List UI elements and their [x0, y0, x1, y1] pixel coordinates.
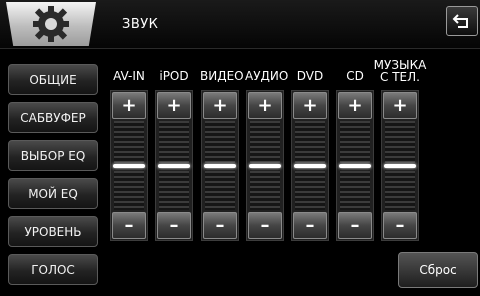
level-slider-phone-music: + – — [381, 90, 419, 241]
sidebar-item-voice[interactable]: ГОЛОС — [8, 254, 98, 285]
level-slider-video: + – — [201, 90, 239, 241]
level-slider-cd: + – — [336, 90, 374, 241]
level-knob[interactable] — [113, 163, 145, 168]
reset-button-label: Сброс — [419, 263, 457, 277]
sidebar-item-label: ВЫБОР EQ — [20, 148, 86, 163]
increase-button[interactable]: + — [383, 92, 417, 119]
decrease-button[interactable]: – — [383, 212, 417, 239]
sidebar-item-label: ГОЛОС — [31, 262, 75, 277]
sidebar-item-label: ОБЩИЕ — [29, 72, 77, 87]
sidebar-item-eq-select[interactable]: ВЫБОР EQ — [8, 140, 98, 171]
level-knob[interactable] — [339, 163, 371, 168]
channel-label-phone-music: МУЗЫКА С ТЕЛ. — [368, 59, 432, 83]
settings-button[interactable] — [6, 2, 96, 46]
decrease-button[interactable]: – — [293, 212, 327, 239]
decrease-button[interactable]: – — [338, 212, 372, 239]
level-slider-audio: + – — [246, 90, 284, 241]
page-title: ЗВУК — [122, 17, 159, 32]
level-slider-av-in: + – — [110, 90, 148, 241]
level-knob[interactable] — [204, 163, 236, 168]
increase-button[interactable]: + — [248, 92, 282, 119]
channel-label-audio: АУДИО — [245, 69, 289, 83]
level-slider-dvd: + – — [291, 90, 329, 241]
sidebar-item-label: САБВУФЕР — [20, 110, 86, 125]
channel-label-av-in: AV-IN — [113, 69, 145, 83]
decrease-button[interactable]: – — [203, 212, 237, 239]
reset-button[interactable]: Сброс — [398, 252, 478, 288]
decrease-button[interactable]: – — [248, 212, 282, 239]
return-arrow-icon — [452, 14, 468, 28]
level-knob[interactable] — [249, 163, 281, 168]
sidebar-item-label: УРОВЕНЬ — [24, 224, 82, 239]
increase-button[interactable]: + — [157, 92, 191, 119]
channel-label-ipod: iPOD — [159, 69, 189, 83]
level-knob[interactable] — [158, 163, 190, 168]
sidebar-item-my-eq[interactable]: МОЙ EQ — [8, 178, 98, 209]
decrease-button[interactable]: – — [112, 212, 146, 239]
back-button[interactable] — [446, 6, 478, 36]
gear-icon — [33, 6, 69, 42]
increase-button[interactable]: + — [112, 92, 146, 119]
channel-label-video: ВИДЕО — [200, 69, 244, 83]
channel-label-dvd: DVD — [296, 69, 324, 83]
level-slider-ipod: + – — [155, 90, 193, 241]
channel-label-line-2: С ТЕЛ. — [380, 70, 420, 84]
sidebar-item-level[interactable]: УРОВЕНЬ — [8, 216, 98, 247]
increase-button[interactable]: + — [293, 92, 327, 119]
level-knob[interactable] — [294, 163, 326, 168]
sidebar-item-general[interactable]: ОБЩИЕ — [8, 64, 98, 95]
level-knob[interactable] — [384, 163, 416, 168]
increase-button[interactable]: + — [338, 92, 372, 119]
decrease-button[interactable]: – — [157, 212, 191, 239]
sidebar-item-subwoofer[interactable]: САБВУФЕР — [8, 102, 98, 133]
top-bar: ЗВУК — [0, 0, 480, 49]
sidebar-item-label: МОЙ EQ — [28, 186, 78, 201]
increase-button[interactable]: + — [203, 92, 237, 119]
